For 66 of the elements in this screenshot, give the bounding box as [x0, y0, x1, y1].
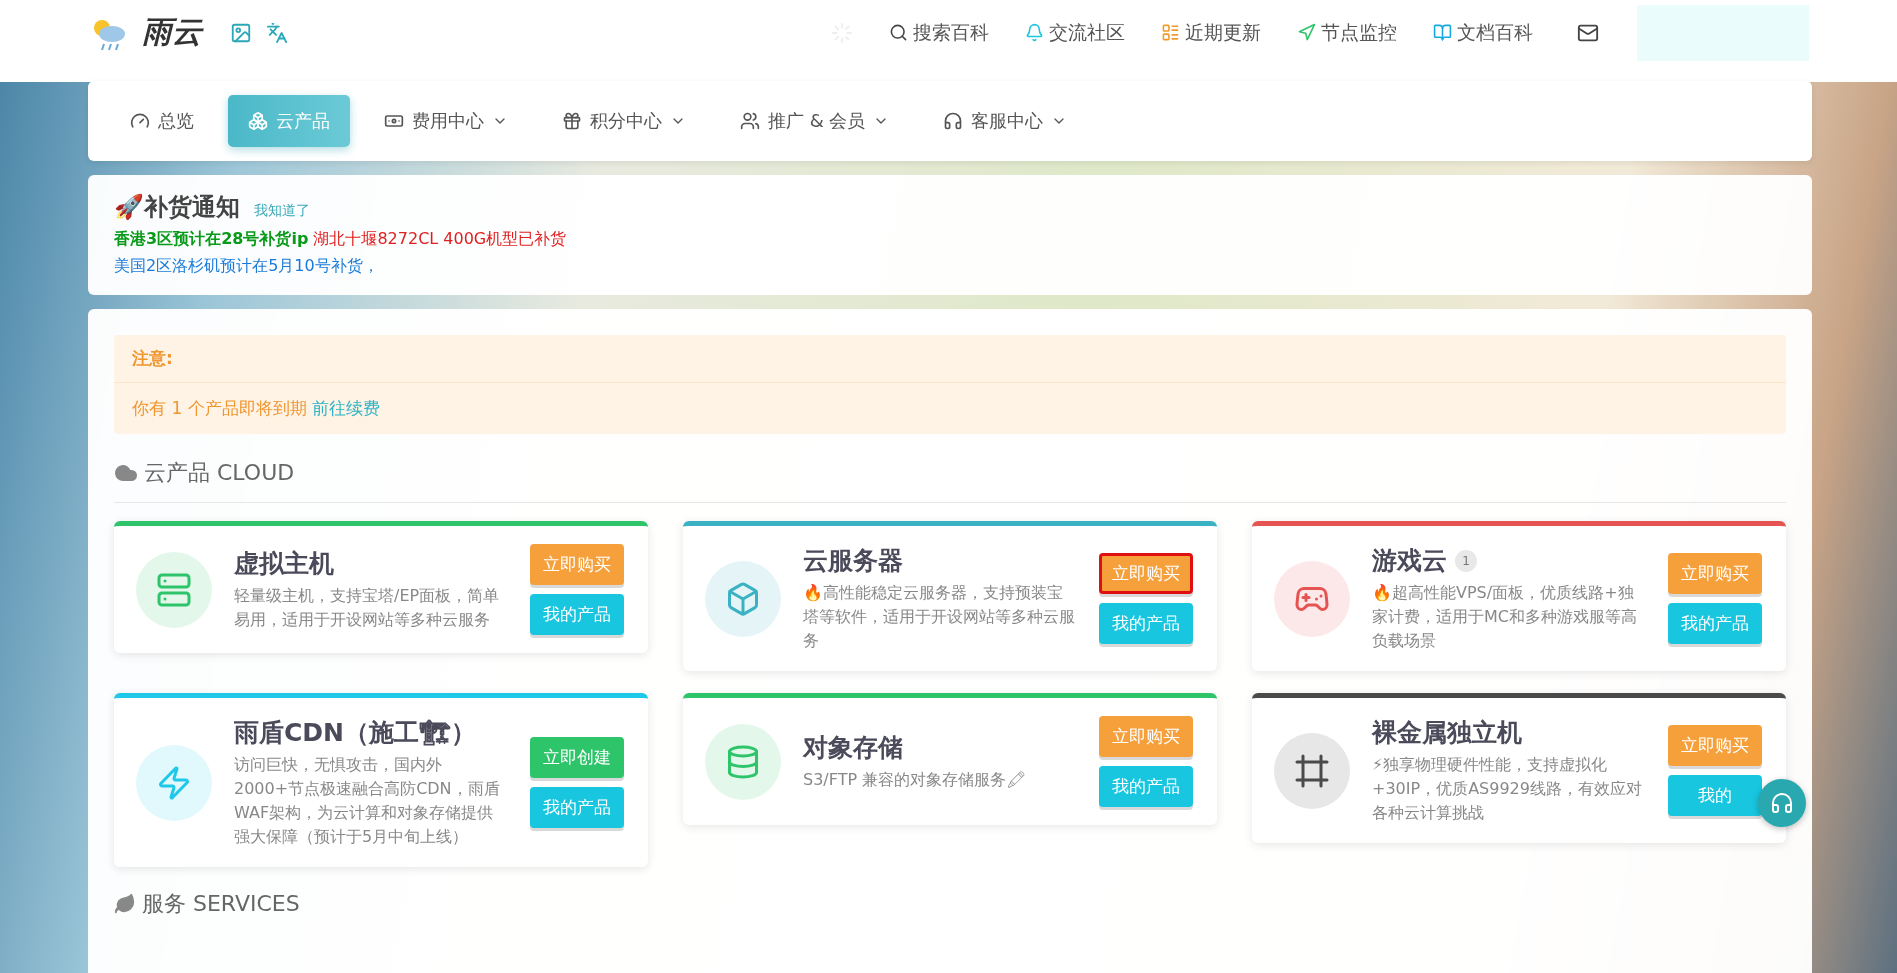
product-button[interactable]: 我的产品	[1668, 603, 1762, 644]
headset-icon	[1770, 791, 1794, 815]
nav-tab[interactable]: 推广 & 会员	[720, 95, 910, 147]
gauge-icon	[130, 111, 150, 131]
bell-icon	[1025, 23, 1044, 42]
image-icon[interactable]	[230, 21, 252, 44]
section-title: 服务 SERVICES	[142, 890, 300, 918]
product-button[interactable]: 立即购买	[1668, 725, 1762, 766]
lightning-icon	[156, 764, 192, 801]
nav-tab[interactable]: 总览	[110, 95, 214, 147]
notice-text: 湖北十堰8272CL 400G机型已补货	[312, 229, 567, 248]
section-title: 云产品 CLOUD	[144, 459, 295, 487]
product-description: 🔥超高性能VPS/面板，优质线路+独家计费，适用于MC和多种游戏服等高负载场景	[1372, 582, 1638, 652]
leaf-icon	[114, 893, 136, 915]
header-link[interactable]: 搜索百科	[889, 19, 989, 46]
server-icon	[156, 571, 192, 608]
alert-message: 你有 1 个产品即将到期	[132, 398, 307, 418]
product-button[interactable]: 立即购买	[1668, 553, 1762, 594]
header-link[interactable]: 文档百科	[1433, 19, 1533, 46]
product-button[interactable]: 我的产品	[1099, 603, 1193, 644]
headset-icon	[943, 111, 964, 131]
book-icon	[1433, 23, 1452, 42]
nav-tab[interactable]: 客服中心	[923, 95, 1088, 147]
header-link[interactable]: 交流社区	[1025, 19, 1125, 46]
users-icon	[740, 111, 760, 131]
nav-tab[interactable]: 积分中心	[542, 95, 706, 147]
support-button[interactable]	[1758, 779, 1806, 827]
product-button[interactable]: 立即购买	[1099, 716, 1193, 757]
product-name: 虚拟主机	[234, 548, 334, 580]
header-link[interactable]: 近期更新	[1161, 19, 1261, 46]
brand-name[interactable]: 雨云	[142, 12, 202, 53]
product-name: 对象存储	[803, 732, 903, 764]
renew-link[interactable]: 前往续费	[312, 398, 381, 418]
navigation-arrow-icon	[1297, 23, 1316, 42]
cube-icon	[725, 580, 761, 617]
database-icon	[725, 743, 761, 780]
product-name: 游戏云	[1372, 545, 1447, 577]
list-icon	[1161, 23, 1180, 42]
search-icon	[889, 23, 908, 42]
alert-title: 注意:	[114, 335, 1786, 383]
nav-tab[interactable]: 费用中心	[364, 95, 528, 147]
translate-icon[interactable]	[266, 21, 288, 44]
product-button[interactable]: 立即购买	[1099, 553, 1193, 594]
gift-icon	[562, 111, 582, 131]
product-description: ⚡独享物理硬件性能，支持虚拟化+30IP，优质AS9929线路，有效应对各种云计算挑战	[1372, 754, 1643, 824]
product-description: S3/FTP 兼容的对象存储服务🖍	[803, 769, 1028, 791]
product-button[interactable]: 立即购买	[530, 544, 624, 585]
dismiss-link[interactable]: 我知道了	[254, 202, 310, 220]
product-button[interactable]: 我的产品	[530, 787, 624, 828]
product-name: 云服务器	[803, 545, 903, 577]
product-button[interactable]: 我的产品	[530, 594, 624, 635]
product-name: 裸金属独立机	[1372, 717, 1522, 749]
product-button[interactable]: 立即创建	[530, 737, 624, 778]
product-description: 🔥高性能稳定云服务器，支持预装宝塔等软件，适用于开设网站等多种云服务	[803, 582, 1076, 652]
count-badge: 1	[1455, 549, 1477, 572]
product-name: 雨盾CDN（施工🏗）	[234, 717, 477, 749]
product-button[interactable]: 我的	[1668, 775, 1762, 816]
notice-text: 美国2区洛杉矶预计在5月10号补货，	[114, 256, 379, 275]
header-link[interactable]: 节点监控	[1297, 19, 1397, 46]
notice-text: 香港3区预计在28号补货ip	[114, 229, 309, 248]
boxes-icon	[248, 111, 268, 131]
product-description: 轻量级主机，支持宝塔/EP面板，简单易用，适用于开设网站等多种云服务	[234, 585, 501, 631]
nav-tab[interactable]: 云产品	[228, 95, 350, 147]
product-button[interactable]: 我的产品	[1099, 766, 1193, 807]
notice-title: 🚀补货通知	[114, 192, 240, 223]
product-description: 访问巨快，无惧攻击，国内外2000+节点极速融合高防CDN，雨盾WAF架构，为云计算和对象存储提供强大保障（预计于5月中旬上线）	[234, 754, 501, 848]
